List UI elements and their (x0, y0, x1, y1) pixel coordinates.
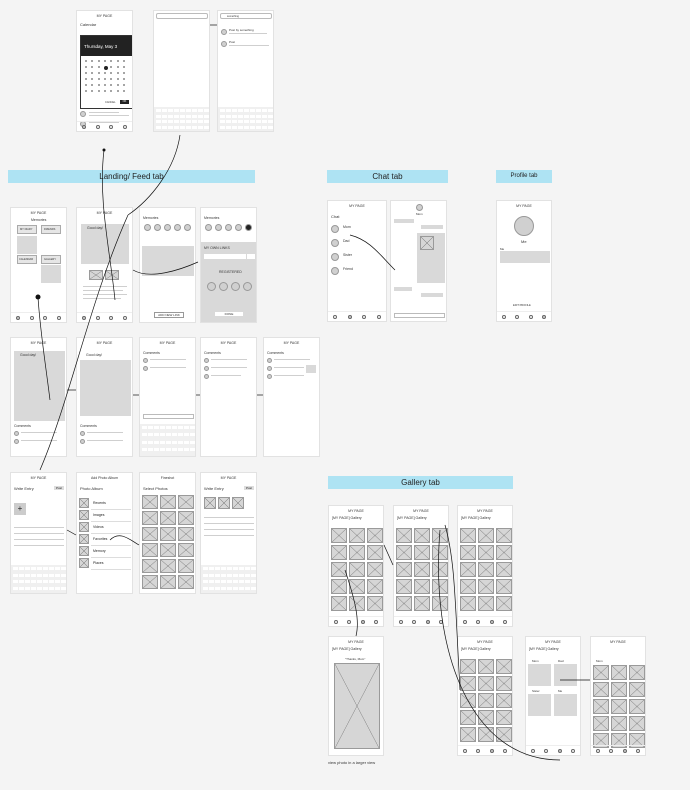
flow-node (102, 148, 106, 152)
flow-arrow (102, 149, 116, 301)
flow-arrow (37, 296, 51, 401)
flow-arrow (132, 261, 199, 275)
flow-arrow (383, 544, 394, 566)
flow-arrow (438, 529, 561, 761)
flow-arrow (39, 214, 129, 471)
flow-arrow (66, 529, 77, 536)
flow-arrow (127, 134, 181, 216)
flow-arrow (349, 234, 396, 271)
flow-arrow (109, 535, 140, 546)
flow-arrows (35, 24, 590, 761)
flow-arrow (344, 569, 358, 637)
flow-node (35, 294, 41, 300)
